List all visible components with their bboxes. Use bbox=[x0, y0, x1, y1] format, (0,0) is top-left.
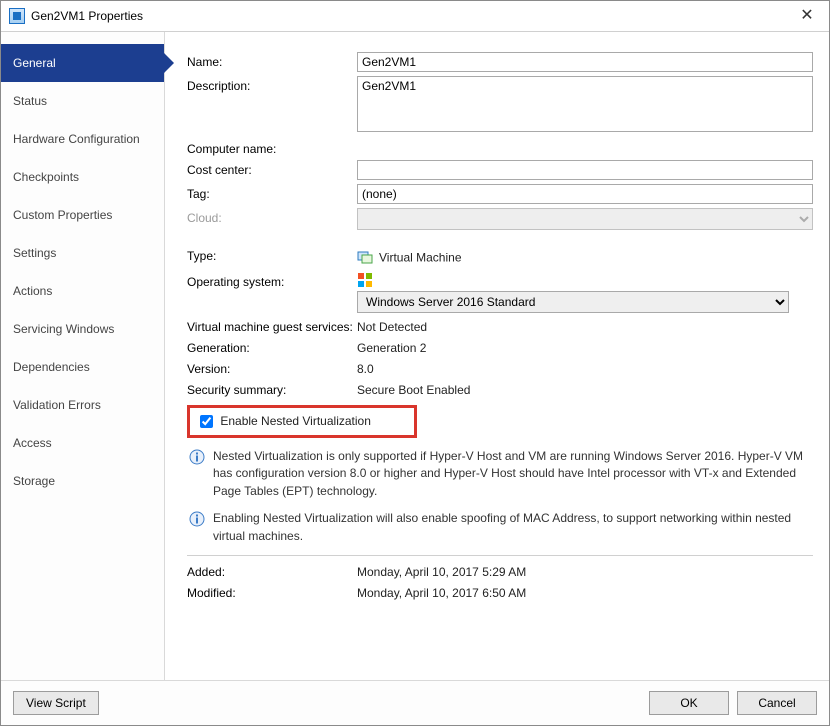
added-label: Added: bbox=[187, 562, 357, 579]
sidebar-item-settings[interactable]: Settings bbox=[1, 234, 164, 272]
sidebar-item-hardware-configuration[interactable]: Hardware Configuration bbox=[1, 120, 164, 158]
footer: View Script OK Cancel bbox=[1, 681, 829, 725]
info-text-2: Enabling Nested Virtualization will also… bbox=[213, 510, 813, 545]
name-label: Name: bbox=[187, 52, 357, 69]
type-value: Virtual Machine bbox=[379, 251, 462, 265]
sidebar-item-general[interactable]: General bbox=[1, 44, 164, 82]
tag-field[interactable] bbox=[357, 184, 813, 204]
info-icon bbox=[189, 449, 205, 468]
guest-services-value: Not Detected bbox=[357, 317, 813, 334]
properties-window: Gen2VM1 Properties ✕ GeneralStatusHardwa… bbox=[0, 0, 830, 726]
sidebar-item-dependencies[interactable]: Dependencies bbox=[1, 348, 164, 386]
nested-virtualization-checkbox[interactable] bbox=[200, 415, 213, 428]
sidebar: GeneralStatusHardware ConfigurationCheck… bbox=[1, 32, 165, 680]
sidebar-item-validation-errors[interactable]: Validation Errors bbox=[1, 386, 164, 424]
ok-button[interactable]: OK bbox=[649, 691, 729, 715]
cost-center-label: Cost center: bbox=[187, 160, 357, 177]
generation-label: Generation: bbox=[187, 338, 357, 355]
version-label: Version: bbox=[187, 359, 357, 376]
titlebar: Gen2VM1 Properties ✕ bbox=[1, 1, 829, 32]
sidebar-item-status[interactable]: Status bbox=[1, 82, 164, 120]
vm-icon bbox=[357, 249, 373, 268]
computer-name-label: Computer name: bbox=[187, 139, 357, 156]
cancel-button[interactable]: Cancel bbox=[737, 691, 817, 715]
sidebar-item-servicing-windows[interactable]: Servicing Windows bbox=[1, 310, 164, 348]
tag-label: Tag: bbox=[187, 184, 357, 201]
info-text-1: Nested Virtualization is only supported … bbox=[213, 448, 813, 500]
sidebar-item-access[interactable]: Access bbox=[1, 424, 164, 462]
nested-virtualization-label[interactable]: Enable Nested Virtualization bbox=[196, 414, 371, 428]
computer-name-value bbox=[357, 139, 813, 142]
security-label: Security summary: bbox=[187, 380, 357, 397]
generation-value: Generation 2 bbox=[357, 338, 813, 355]
divider bbox=[187, 555, 813, 556]
sidebar-item-custom-properties[interactable]: Custom Properties bbox=[1, 196, 164, 234]
os-label: Operating system: bbox=[187, 272, 357, 289]
type-label: Type: bbox=[187, 246, 357, 263]
windows-icon bbox=[357, 272, 373, 291]
view-script-button[interactable]: View Script bbox=[13, 691, 99, 715]
modified-label: Modified: bbox=[187, 583, 357, 600]
security-value: Secure Boot Enabled bbox=[357, 380, 813, 397]
cloud-label: Cloud: bbox=[187, 208, 357, 225]
close-button[interactable]: ✕ bbox=[785, 1, 829, 31]
sidebar-item-checkpoints[interactable]: Checkpoints bbox=[1, 158, 164, 196]
window-title: Gen2VM1 Properties bbox=[31, 9, 143, 23]
sidebar-item-storage[interactable]: Storage bbox=[1, 462, 164, 500]
version-value: 8.0 bbox=[357, 359, 813, 376]
cloud-select bbox=[357, 208, 813, 230]
content-pane-general: Name: Description: Gen2VM1 Computer name… bbox=[165, 32, 829, 680]
nested-virtualization-highlight: Enable Nested Virtualization bbox=[187, 405, 417, 438]
description-label: Description: bbox=[187, 76, 357, 93]
guest-services-label: Virtual machine guest services: bbox=[187, 317, 357, 334]
added-value: Monday, April 10, 2017 5:29 AM bbox=[357, 562, 813, 579]
os-select[interactable]: Windows Server 2016 Standard bbox=[357, 291, 789, 313]
description-field[interactable]: Gen2VM1 bbox=[357, 76, 813, 132]
cost-center-field[interactable] bbox=[357, 160, 813, 180]
name-field[interactable] bbox=[357, 52, 813, 72]
sidebar-item-actions[interactable]: Actions bbox=[1, 272, 164, 310]
app-icon bbox=[9, 8, 25, 24]
info-icon bbox=[189, 511, 205, 530]
modified-value: Monday, April 10, 2017 6:50 AM bbox=[357, 583, 813, 600]
